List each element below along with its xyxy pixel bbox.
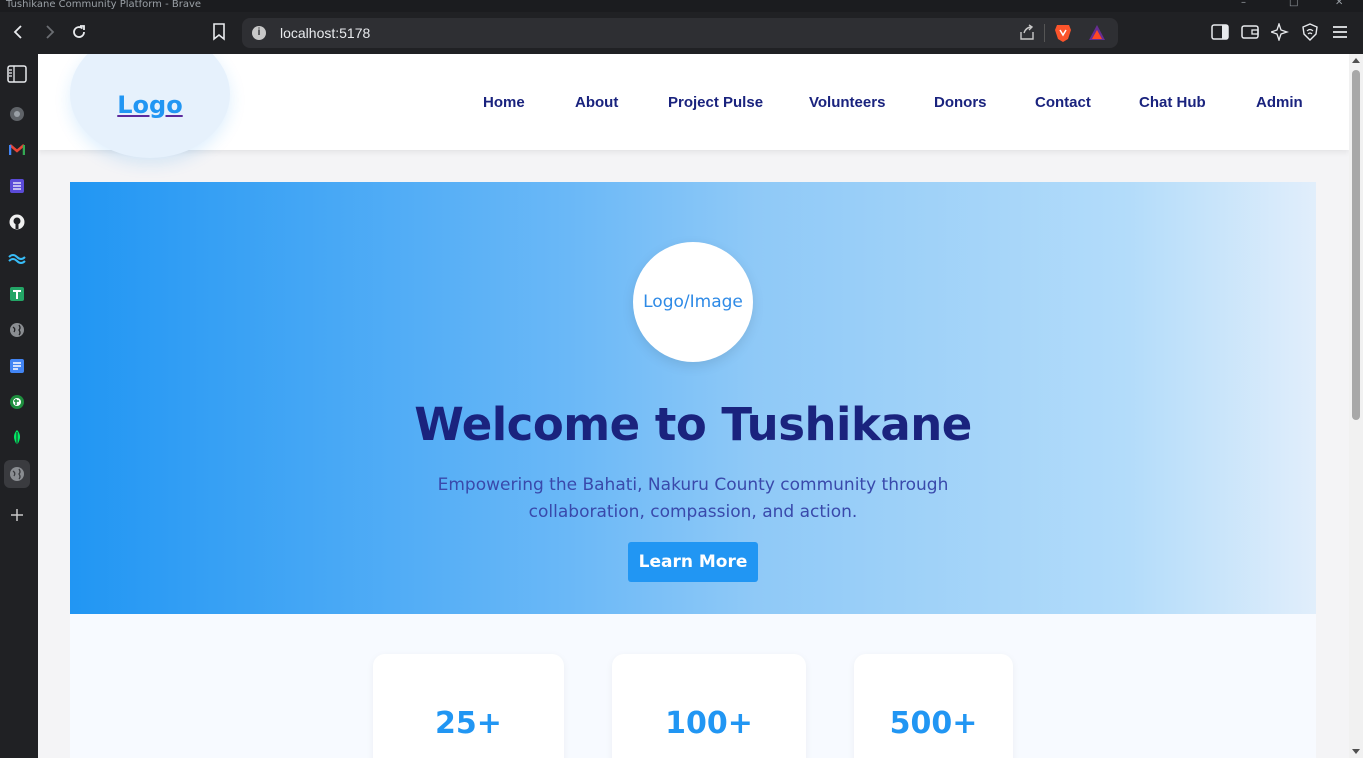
window-titlebar: Tushikane Community Platform - Brave – □… — [0, 0, 1363, 12]
stat-value: 100+ — [665, 706, 753, 741]
stat-card: 25+ — [373, 654, 564, 758]
hero-section: Logo/Image Welcome to Tushikane Empoweri… — [70, 182, 1316, 614]
nav-link-contact[interactable]: Contact — [1035, 94, 1091, 111]
hero-logo-placeholder: Logo/Image — [633, 242, 753, 362]
nav-link-donors[interactable]: Donors — [934, 94, 987, 111]
globe-icon[interactable] — [7, 320, 27, 340]
gmail-icon[interactable] — [7, 140, 27, 160]
brave-icon[interactable] — [7, 104, 27, 124]
wallet-icon[interactable] — [1238, 20, 1262, 44]
nav-link-admin[interactable]: Admin — [1256, 94, 1303, 111]
tasks-icon[interactable] — [7, 176, 27, 196]
nav-link-home[interactable]: Home — [483, 94, 525, 111]
address-bar[interactable]: i localhost:5178 — [242, 18, 1118, 48]
extension-icon[interactable] — [7, 392, 27, 412]
nav-link-chat-hub[interactable]: Chat Hub — [1139, 94, 1206, 111]
learn-more-button[interactable]: Learn More — [628, 542, 758, 582]
window-title: Tushikane Community Platform - Brave — [6, 0, 202, 10]
stat-value: 500+ — [889, 706, 978, 741]
reading-list-icon[interactable] — [7, 64, 27, 84]
add-icon[interactable] — [7, 505, 27, 525]
page-viewport: Logo Home About Project Pulse Volunteers… — [38, 54, 1349, 758]
site-navbar: Logo Home About Project Pulse Volunteers… — [38, 54, 1349, 158]
minimize-icon[interactable]: – — [1241, 0, 1246, 8]
nav-link-project-pulse[interactable]: Project Pulse — [668, 94, 763, 111]
stat-value: 25+ — [435, 706, 502, 741]
bookmark-icon[interactable] — [207, 20, 231, 44]
hero-logo-text: Logo/Image — [643, 292, 743, 312]
github-icon[interactable] — [7, 212, 27, 232]
scrollbar-thumb[interactable] — [1352, 70, 1360, 420]
maximize-icon[interactable]: □ — [1289, 0, 1298, 8]
stat-card: 500+ — [854, 654, 1013, 758]
docs-icon[interactable] — [7, 356, 27, 376]
scroll-down-icon[interactable] — [1352, 749, 1360, 754]
page-scrollbar[interactable] — [1349, 54, 1363, 758]
nav-links: Home About Project Pulse Volunteers Dono… — [38, 94, 1349, 116]
leo-ai-icon[interactable] — [1268, 20, 1292, 44]
nav-link-volunteers[interactable]: Volunteers — [809, 94, 885, 111]
info-icon[interactable]: i — [252, 26, 266, 40]
hero-subtitle: Empowering the Bahati, Nakuru County com… — [437, 475, 949, 522]
hero-title: Welcome to Tushikane — [414, 398, 972, 451]
stats-section: 25+ 100+ 500+ — [70, 614, 1316, 758]
browser-sidebar — [0, 54, 38, 758]
menu-icon[interactable] — [1328, 20, 1352, 44]
globe-icon[interactable] — [4, 460, 30, 488]
browser-toolbar: i localhost:5178 — [0, 12, 1363, 54]
reload-icon[interactable] — [67, 20, 91, 44]
sheets-icon[interactable] — [7, 284, 27, 304]
url-text[interactable]: localhost:5178 — [280, 25, 370, 41]
tailwind-icon[interactable] — [7, 248, 27, 268]
close-icon[interactable]: ✕ — [1335, 0, 1343, 8]
mongodb-icon[interactable] — [7, 428, 27, 448]
vpn-icon[interactable] — [1298, 20, 1322, 44]
back-icon[interactable] — [7, 20, 31, 44]
forward-icon[interactable] — [37, 20, 61, 44]
share-icon[interactable] — [1018, 24, 1036, 46]
brave-rewards-icon[interactable] — [1088, 24, 1106, 46]
nav-link-about[interactable]: About — [575, 94, 618, 111]
scroll-up-icon[interactable] — [1352, 58, 1360, 63]
brave-shields-icon[interactable] — [1054, 23, 1072, 47]
stat-card: 100+ — [612, 654, 806, 758]
sidebar-toggle-icon[interactable] — [1208, 20, 1232, 44]
